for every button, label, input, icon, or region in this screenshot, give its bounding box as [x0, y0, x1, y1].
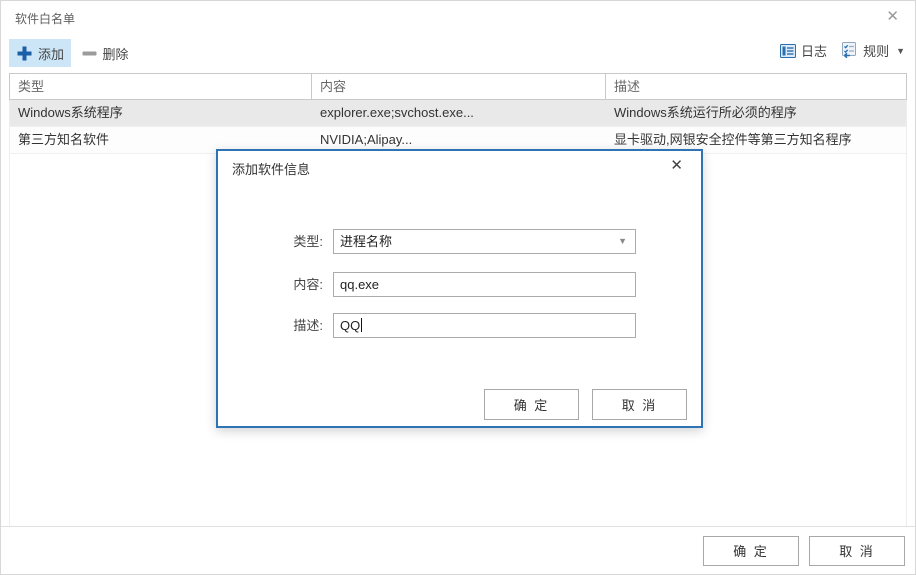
rules-icon: [841, 42, 858, 59]
row-desc: Windows系统运行所必须的程序: [606, 100, 906, 126]
content-field-row: 内容:: [218, 272, 701, 297]
content-input[interactable]: [333, 272, 636, 297]
column-header-type[interactable]: 类型: [10, 74, 312, 99]
dialog-cancel-button[interactable]: 取 消: [592, 389, 687, 420]
window-title: 软件白名单: [15, 10, 75, 27]
row-content: explorer.exe;svchost.exe...: [312, 100, 606, 126]
window-close-icon[interactable]: ✕: [886, 7, 899, 27]
type-select-value: 进程名称: [340, 234, 392, 249]
cancel-button[interactable]: 取 消: [809, 536, 905, 566]
add-button[interactable]: 添加: [9, 39, 71, 67]
type-field-row: 类型: 进程名称 ▼: [218, 229, 701, 254]
description-input-value: QQ: [340, 318, 360, 333]
dialog-buttons: 确 定 取 消: [218, 389, 687, 420]
content-label: 内容:: [218, 272, 323, 297]
add-button-label: 添加: [38, 44, 64, 63]
rules-button[interactable]: 规则 ▼: [841, 41, 905, 60]
log-button-label: 日志: [801, 41, 827, 60]
text-caret: [361, 318, 362, 332]
chevron-down-icon: ▼: [896, 46, 905, 56]
type-label: 类型:: [218, 229, 323, 254]
type-select[interactable]: 进程名称 ▼: [333, 229, 636, 254]
rules-button-label: 规则: [863, 41, 889, 60]
titlebar: 软件白名单 ✕: [1, 1, 915, 33]
log-icon: [780, 43, 796, 59]
column-header-content[interactable]: 内容: [312, 74, 606, 99]
description-input[interactable]: QQ: [333, 313, 636, 338]
table-header: 类型 内容 描述: [9, 73, 907, 100]
dialog-title: 添加软件信息: [232, 159, 310, 178]
column-header-desc[interactable]: 描述: [606, 74, 906, 99]
description-label: 描述:: [218, 313, 323, 338]
dialog-close-icon[interactable]: ✕: [670, 156, 683, 174]
log-button[interactable]: 日志: [780, 41, 827, 60]
toolbar: 添加 删除 日志: [9, 39, 905, 69]
whitelist-window: 软件白名单 ✕ 添加 删除: [0, 0, 916, 575]
ok-button[interactable]: 确 定: [703, 536, 799, 566]
delete-button-label: 删除: [102, 44, 128, 63]
dialog-ok-button[interactable]: 确 定: [484, 389, 579, 420]
row-type: Windows系统程序: [10, 100, 312, 126]
table-row[interactable]: Windows系统程序 explorer.exe;svchost.exe... …: [10, 100, 906, 127]
description-field-row: 描述: QQ: [218, 313, 701, 338]
window-footer: 确 定 取 消: [1, 526, 915, 574]
delete-button[interactable]: 删除: [75, 39, 135, 67]
plus-icon: [16, 45, 33, 62]
add-software-dialog: 添加软件信息 ✕ 类型: 进程名称 ▼ 内容: 描述: QQ 确 定 取 消: [216, 149, 703, 428]
select-arrow-icon: ▼: [618, 230, 627, 253]
minus-icon: [82, 46, 97, 61]
